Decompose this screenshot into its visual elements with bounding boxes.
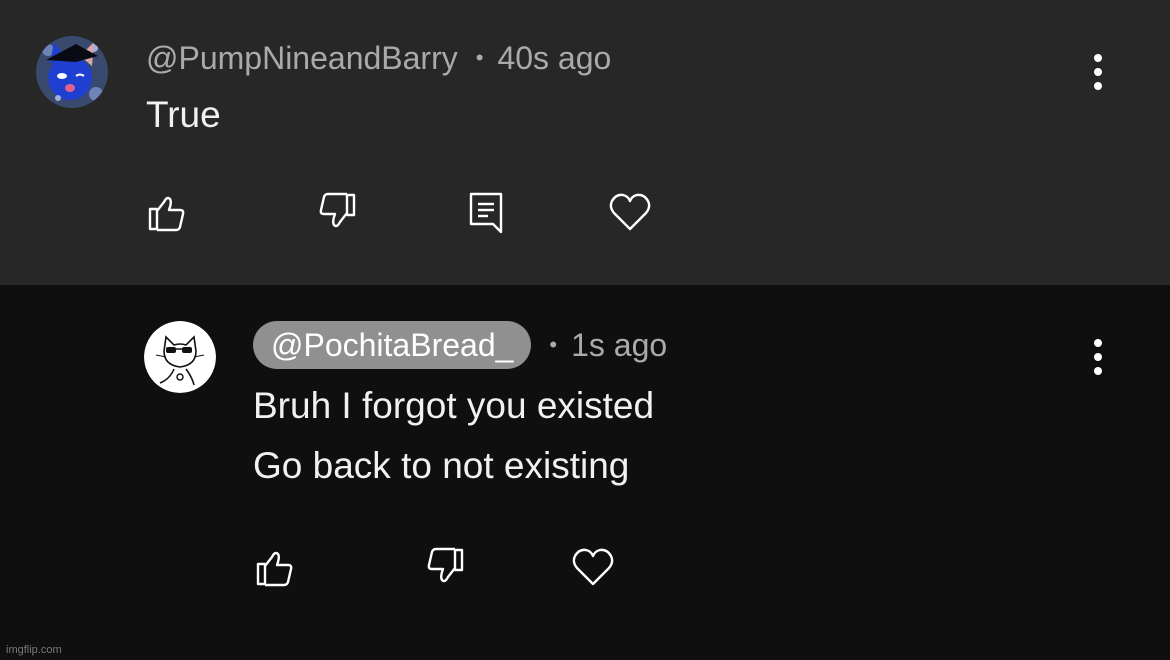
dislike-icon	[427, 547, 464, 583]
dislike-icon	[319, 192, 356, 228]
heart-button[interactable]	[571, 545, 615, 589]
like-icon	[256, 551, 293, 587]
more-options-button[interactable]	[1080, 50, 1116, 94]
comment-text: Bruh I forgot you existed Go back to not…	[253, 376, 654, 496]
reply-button[interactable]	[464, 190, 508, 234]
blue-cat-avatar-icon	[36, 36, 108, 108]
comment-meta: @PochitaBread_ • 1s ago	[253, 321, 667, 369]
like-button[interactable]	[146, 190, 190, 234]
comment-pumpnineandbarry: @PumpNineandBarry • 40s ago True	[0, 0, 1170, 285]
sunglasses-cat-avatar-icon	[144, 321, 216, 393]
comment-line: Go back to not existing	[253, 445, 630, 486]
comment-line: True	[146, 94, 221, 135]
meta-separator: •	[475, 45, 484, 70]
heart-icon	[572, 548, 614, 586]
dislike-button[interactable]	[422, 545, 466, 589]
author-handle[interactable]: @PochitaBread_	[253, 321, 532, 369]
heart-icon	[609, 193, 651, 231]
dislike-button[interactable]	[314, 190, 358, 234]
watermark: imgflip.com	[6, 644, 62, 656]
more-options-button[interactable]	[1080, 335, 1116, 379]
comment-line: Bruh I forgot you existed	[253, 385, 655, 426]
more-vert-icon	[1094, 54, 1102, 90]
comment-meta: @PumpNineandBarry • 40s ago	[146, 38, 611, 78]
avatar[interactable]	[144, 321, 216, 393]
heart-button[interactable]	[608, 190, 652, 234]
author-handle[interactable]: @PumpNineandBarry	[146, 40, 458, 77]
like-button[interactable]	[254, 545, 298, 589]
meta-separator: •	[549, 332, 558, 357]
more-vert-icon	[1094, 339, 1102, 375]
comment-pochitabread: @PochitaBread_ • 1s ago Bruh I forgot yo…	[0, 285, 1170, 660]
reply-icon	[469, 192, 503, 234]
comment-time: 1s ago	[571, 326, 668, 363]
comment-text: True	[146, 85, 221, 145]
avatar[interactable]	[36, 36, 108, 108]
comment-time: 40s ago	[497, 39, 612, 76]
like-icon	[148, 196, 185, 232]
